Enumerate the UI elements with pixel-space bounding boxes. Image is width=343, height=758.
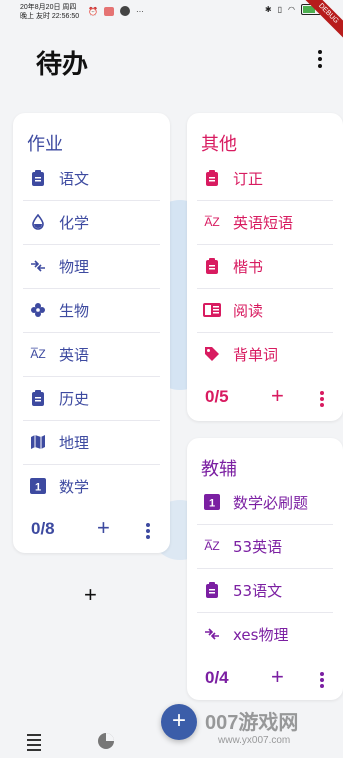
list-item[interactable]: A̅Z 英语短语 bbox=[197, 200, 333, 245]
more-menu-icon[interactable] bbox=[315, 50, 325, 68]
list-item-label: 53语文 bbox=[233, 581, 283, 600]
arrows-icon bbox=[29, 257, 47, 275]
arrows-icon bbox=[203, 625, 221, 643]
task-count: 0/5 bbox=[205, 387, 229, 406]
az-icon: A̅Z bbox=[204, 215, 220, 229]
list-item-label: 53英语 bbox=[233, 537, 283, 556]
list-title: 其他 bbox=[201, 134, 237, 155]
list-item[interactable]: 历史 bbox=[23, 376, 160, 421]
list-card-tutoring[interactable]: 教辅 1 数学必刷题 A̅Z 53英语 53语文 xes物理 0/4 + bbox=[187, 438, 343, 700]
list-footer: 0/4 + bbox=[187, 662, 343, 698]
wifi-icon: ◠ bbox=[288, 5, 295, 14]
alarm-icon: ⏰ bbox=[88, 6, 98, 16]
one-icon: 1 bbox=[29, 477, 47, 495]
list-card-homework[interactable]: 作业 语文 化学 物理 生物 A̅Z 英语 历史 地理 1 数学 0/8 + bbox=[13, 113, 170, 553]
drop-icon bbox=[29, 213, 47, 231]
clipboard-icon bbox=[203, 581, 221, 599]
vibrate-icon: ▯ bbox=[277, 5, 283, 14]
list-item[interactable]: 楷书 bbox=[197, 244, 333, 289]
watermark-logo: 007游戏网 bbox=[205, 712, 299, 734]
list-view-icon[interactable] bbox=[27, 734, 41, 754]
page-title: 待办 bbox=[36, 50, 89, 80]
list-item-label: 阅读 bbox=[233, 301, 264, 320]
list-item[interactable]: A̅Z 53英语 bbox=[197, 524, 333, 569]
list-item-label: 英语 bbox=[59, 345, 90, 364]
status-bar: 20年8月20日 周四 晚上 友时 22:56:50 ⏰ ··· ✱ ▯ ◠ D… bbox=[0, 0, 343, 43]
list-item[interactable]: 阅读 bbox=[197, 288, 333, 333]
list-title: 教辅 bbox=[201, 459, 237, 480]
list-item[interactable]: 53语文 bbox=[197, 568, 333, 613]
flower-icon bbox=[29, 301, 47, 319]
list-item-label: 物理 bbox=[59, 257, 90, 276]
list-card-other[interactable]: 其他 订正 A̅Z 英语短语 楷书 阅读 背单词 0/5 + bbox=[187, 113, 343, 421]
list-item-label: 生物 bbox=[59, 301, 90, 320]
list-item[interactable]: 化学 bbox=[23, 200, 160, 245]
list-item[interactable]: 生物 bbox=[23, 288, 160, 333]
list-item-label: 背单词 bbox=[233, 345, 279, 364]
list-item-label: 楷书 bbox=[233, 257, 264, 276]
more-notifications: ··· bbox=[135, 6, 144, 16]
list-item-label: 数学必刷题 bbox=[233, 493, 309, 512]
list-item-label: 历史 bbox=[59, 389, 90, 408]
list-item-label: 语文 bbox=[59, 169, 90, 188]
clipboard-icon bbox=[29, 389, 47, 407]
list-footer: 0/8 + bbox=[13, 513, 170, 549]
map-icon bbox=[29, 433, 47, 451]
list-item-label: xes物理 bbox=[233, 625, 289, 644]
svg-text:1: 1 bbox=[35, 482, 41, 494]
list-item-label: 化学 bbox=[59, 213, 90, 232]
list-item[interactable]: 背单词 bbox=[197, 332, 333, 376]
watermark-url: www.yx007.com bbox=[218, 735, 291, 746]
clipboard-icon bbox=[203, 257, 221, 275]
list-more-icon[interactable] bbox=[146, 523, 150, 539]
stats-pie-icon[interactable] bbox=[98, 733, 114, 749]
list-item[interactable]: 订正 bbox=[197, 156, 333, 201]
list-item[interactable]: A̅Z 英语 bbox=[23, 332, 160, 377]
list-footer: 0/5 + bbox=[187, 381, 343, 417]
az-icon: A̅Z bbox=[204, 539, 220, 553]
clipboard-icon bbox=[203, 169, 221, 187]
az-icon: A̅Z bbox=[30, 347, 46, 361]
add-task-button[interactable]: + bbox=[271, 383, 284, 409]
t-notification-icon bbox=[119, 6, 130, 16]
list-item[interactable]: 地理 bbox=[23, 420, 160, 465]
status-time: 晚上 友时 22:56:50 bbox=[20, 13, 80, 20]
list-item[interactable]: 1 数学 bbox=[23, 464, 160, 508]
list-item[interactable]: xes物理 bbox=[197, 612, 333, 656]
list-item[interactable]: 语文 bbox=[23, 156, 160, 201]
book-icon bbox=[203, 301, 221, 319]
list-item-label: 地理 bbox=[59, 433, 90, 452]
task-count: 0/4 bbox=[205, 668, 229, 687]
list-item-label: 数学 bbox=[59, 477, 90, 496]
list-more-icon[interactable] bbox=[320, 391, 324, 407]
list-title: 作业 bbox=[27, 134, 63, 155]
task-count: 0/8 bbox=[31, 519, 55, 538]
list-item-label: 英语短语 bbox=[233, 213, 294, 232]
add-list-button[interactable]: + bbox=[84, 582, 97, 608]
list-more-icon[interactable] bbox=[320, 672, 324, 688]
list-item[interactable]: 物理 bbox=[23, 244, 160, 289]
clipboard-icon bbox=[29, 169, 47, 187]
svg-text:1: 1 bbox=[209, 498, 215, 510]
app-notification-icon bbox=[103, 6, 114, 16]
one-icon: 1 bbox=[203, 493, 221, 511]
add-task-button[interactable]: + bbox=[97, 515, 110, 541]
list-item[interactable]: 1 数学必刷题 bbox=[197, 480, 333, 525]
add-task-button[interactable]: + bbox=[271, 664, 284, 690]
tag-icon bbox=[203, 345, 221, 363]
list-item-label: 订正 bbox=[233, 169, 264, 188]
bluetooth-icon: ✱ bbox=[264, 5, 272, 14]
status-notification-icons: ⏰ ··· bbox=[88, 6, 144, 16]
add-fab-button[interactable]: + bbox=[161, 704, 197, 740]
